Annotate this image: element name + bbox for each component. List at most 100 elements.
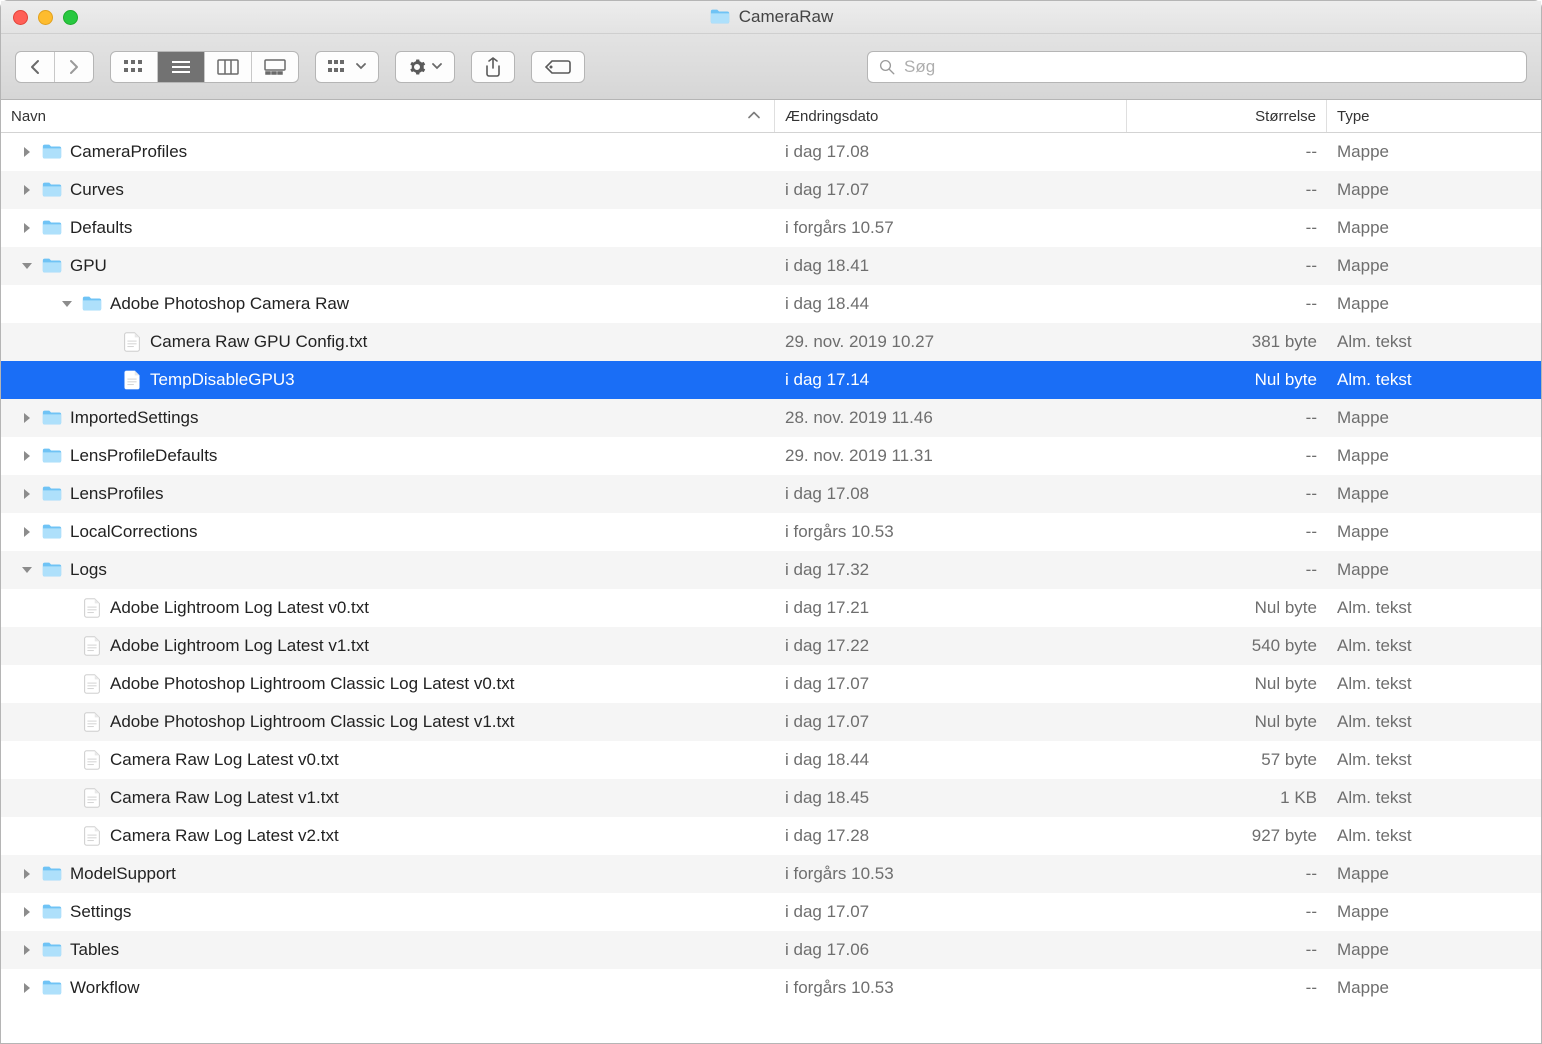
cell-size: 381 byte	[1127, 332, 1327, 352]
cell-type: Mappe	[1327, 180, 1541, 200]
file-list[interactable]: CameraProfilesi dag 17.08--MappeCurvesi …	[1, 133, 1541, 1043]
table-row[interactable]: Camera Raw Log Latest v1.txti dag 18.451…	[1, 779, 1541, 817]
table-row[interactable]: Camera Raw Log Latest v0.txti dag 18.445…	[1, 741, 1541, 779]
chevron-down-icon	[356, 63, 366, 71]
table-row[interactable]: Camera Raw Log Latest v2.txti dag 17.289…	[1, 817, 1541, 855]
cell-name: LensProfiles	[1, 483, 775, 505]
window-zoom-button[interactable]	[63, 10, 78, 25]
disclosure-triangle[interactable]	[20, 411, 34, 425]
folder-icon	[41, 559, 63, 581]
document-icon	[81, 635, 103, 657]
cell-date: i dag 18.44	[775, 294, 1127, 314]
folder-icon	[41, 863, 63, 885]
table-row[interactable]: Adobe Photoshop Lightroom Classic Log La…	[1, 665, 1541, 703]
disclosure-triangle[interactable]	[20, 183, 34, 197]
search-input[interactable]	[904, 57, 1516, 77]
column-header-name[interactable]: Navn	[1, 100, 775, 132]
disclosure-triangle[interactable]	[20, 449, 34, 463]
folder-icon	[41, 217, 63, 239]
search-field[interactable]	[867, 51, 1527, 83]
cell-name: Adobe Photoshop Camera Raw	[1, 293, 775, 315]
cell-type: Mappe	[1327, 484, 1541, 504]
cell-type: Alm. tekst	[1327, 332, 1541, 352]
back-button[interactable]	[16, 52, 55, 82]
cell-size: --	[1127, 902, 1327, 922]
cell-type: Alm. tekst	[1327, 826, 1541, 846]
table-row[interactable]: LensProfilesi dag 17.08--Mappe	[1, 475, 1541, 513]
cell-name: CameraProfiles	[1, 141, 775, 163]
column-header-date[interactable]: Ændringsdato	[775, 100, 1127, 132]
disclosure-triangle[interactable]	[20, 563, 34, 577]
column-header-size[interactable]: Størrelse	[1127, 100, 1327, 132]
action-menu-button[interactable]	[396, 52, 454, 82]
cell-size: 540 byte	[1127, 636, 1327, 656]
folder-icon	[41, 445, 63, 467]
cell-name: Adobe Photoshop Lightroom Classic Log La…	[1, 711, 775, 733]
disclosure-triangle[interactable]	[20, 905, 34, 919]
column-headers: Navn Ændringsdato Størrelse Type	[1, 100, 1541, 133]
cell-date: 29. nov. 2019 10.27	[775, 332, 1127, 352]
table-row[interactable]: CameraProfilesi dag 17.08--Mappe	[1, 133, 1541, 171]
arrange-button[interactable]	[316, 52, 378, 82]
table-row[interactable]: Curvesi dag 17.07--Mappe	[1, 171, 1541, 209]
item-name: ModelSupport	[70, 864, 176, 884]
disclosure-triangle[interactable]	[20, 221, 34, 235]
table-row[interactable]: Camera Raw GPU Config.txt29. nov. 2019 1…	[1, 323, 1541, 361]
table-row[interactable]: LocalCorrectionsi forgårs 10.53--Mappe	[1, 513, 1541, 551]
disclosure-triangle[interactable]	[20, 943, 34, 957]
tags-button[interactable]	[532, 52, 584, 82]
window-close-button[interactable]	[13, 10, 28, 25]
cell-date: i dag 18.44	[775, 750, 1127, 770]
table-row[interactable]: Settingsi dag 17.07--Mappe	[1, 893, 1541, 931]
column-header-type[interactable]: Type	[1327, 100, 1541, 132]
disclosure-triangle[interactable]	[20, 259, 34, 273]
table-row[interactable]: Tablesi dag 17.06--Mappe	[1, 931, 1541, 969]
column-header-date-label: Ændringsdato	[785, 108, 878, 125]
view-gallery-button[interactable]	[252, 52, 298, 82]
toolbar	[1, 34, 1541, 100]
view-icons-button[interactable]	[111, 52, 158, 82]
item-name: Camera Raw Log Latest v1.txt	[110, 788, 339, 808]
cell-size: --	[1127, 294, 1327, 314]
window-minimize-button[interactable]	[38, 10, 53, 25]
share-button[interactable]	[472, 52, 514, 82]
navigation-group	[15, 51, 94, 83]
table-row[interactable]: TempDisableGPU3i dag 17.14Nul byteAlm. t…	[1, 361, 1541, 399]
column-header-type-label: Type	[1337, 108, 1370, 125]
forward-button[interactable]	[55, 52, 93, 82]
cell-name: Workflow	[1, 977, 775, 999]
document-icon	[81, 749, 103, 771]
disclosure-triangle[interactable]	[20, 145, 34, 159]
table-row[interactable]: Adobe Lightroom Log Latest v0.txti dag 1…	[1, 589, 1541, 627]
cell-type: Mappe	[1327, 902, 1541, 922]
cell-type: Alm. tekst	[1327, 636, 1541, 656]
cell-name: TempDisableGPU3	[1, 369, 775, 391]
disclosure-triangle[interactable]	[20, 525, 34, 539]
item-name: LensProfileDefaults	[70, 446, 217, 466]
view-list-button[interactable]	[158, 52, 205, 82]
cell-date: i dag 17.08	[775, 142, 1127, 162]
disclosure-triangle[interactable]	[20, 981, 34, 995]
table-row[interactable]: GPUi dag 18.41--Mappe	[1, 247, 1541, 285]
cell-name: Adobe Lightroom Log Latest v1.txt	[1, 635, 775, 657]
table-row[interactable]: Adobe Photoshop Camera Rawi dag 18.44--M…	[1, 285, 1541, 323]
cell-date: i forgårs 10.57	[775, 218, 1127, 238]
disclosure-triangle[interactable]	[60, 297, 74, 311]
cell-date: i forgårs 10.53	[775, 864, 1127, 884]
item-name: Adobe Lightroom Log Latest v1.txt	[110, 636, 369, 656]
cell-size: Nul byte	[1127, 674, 1327, 694]
cell-date: 28. nov. 2019 11.46	[775, 408, 1127, 428]
view-columns-button[interactable]	[205, 52, 252, 82]
folder-icon	[41, 179, 63, 201]
table-row[interactable]: LensProfileDefaults29. nov. 2019 11.31--…	[1, 437, 1541, 475]
disclosure-triangle[interactable]	[20, 867, 34, 881]
table-row[interactable]: ModelSupporti forgårs 10.53--Mappe	[1, 855, 1541, 893]
table-row[interactable]: ImportedSettings28. nov. 2019 11.46--Map…	[1, 399, 1541, 437]
table-row[interactable]: Adobe Photoshop Lightroom Classic Log La…	[1, 703, 1541, 741]
table-row[interactable]: Adobe Lightroom Log Latest v1.txti dag 1…	[1, 627, 1541, 665]
cell-size: --	[1127, 484, 1327, 504]
table-row[interactable]: Workflowi forgårs 10.53--Mappe	[1, 969, 1541, 1007]
table-row[interactable]: Defaultsi forgårs 10.57--Mappe	[1, 209, 1541, 247]
table-row[interactable]: Logsi dag 17.32--Mappe	[1, 551, 1541, 589]
disclosure-triangle[interactable]	[20, 487, 34, 501]
